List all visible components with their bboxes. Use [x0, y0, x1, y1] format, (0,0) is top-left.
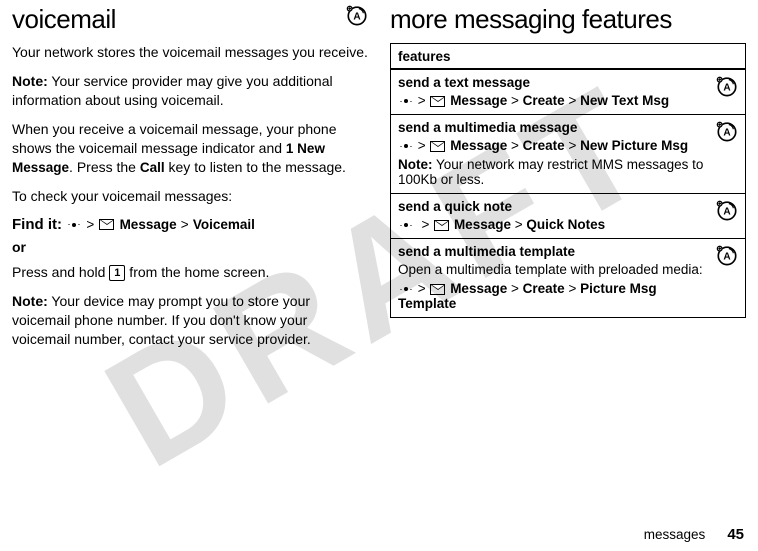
carrier-feature-icon: A	[716, 199, 738, 221]
page-footer: messages 45	[644, 526, 744, 543]
page-number: 45	[727, 526, 744, 543]
features-table: features send a text message > Message >…	[390, 43, 746, 318]
path-message: Message	[120, 217, 177, 232]
note-label: Note:	[12, 293, 48, 309]
carrier-feature-icon: A	[346, 4, 368, 26]
path-target: New Text Msg	[580, 93, 669, 108]
svg-text:A: A	[723, 207, 731, 218]
center-key-icon	[399, 220, 413, 230]
more-messaging-heading: more messaging features	[390, 4, 746, 35]
row-description: Open a multimedia template with preloade…	[398, 262, 710, 277]
note-label: Note:	[398, 157, 433, 172]
center-key-icon	[67, 220, 81, 230]
find-it-line: Find it: > Message > Voicemail	[12, 216, 368, 233]
path-target: New Picture Msg	[580, 138, 688, 153]
note-text: Your device may prompt you to store your…	[12, 293, 311, 347]
svg-text:A: A	[723, 83, 731, 94]
center-key-icon	[399, 284, 413, 294]
keycap-1-icon: 1	[109, 265, 125, 281]
envelope-icon	[430, 141, 445, 152]
path-voicemail: Voicemail	[193, 217, 255, 232]
right-column: more messaging features features send a …	[390, 4, 746, 358]
text-fragment: . Press the	[69, 159, 140, 175]
note-store-number: Note: Your device may prompt you to stor…	[12, 292, 368, 349]
path-message: Message	[454, 217, 511, 232]
table-row: send a text message > Message > Create >…	[391, 69, 746, 115]
envelope-icon	[430, 284, 445, 295]
note-text: Your service provider may give you addit…	[12, 73, 333, 108]
svg-text:A: A	[723, 252, 731, 263]
section-name: messages	[644, 527, 706, 542]
nav-path: > Message > Create > New Text Msg	[398, 93, 710, 108]
nav-path: > Message > Create > New Picture Msg	[398, 138, 710, 153]
intro-text: Your network stores the voicemail messag…	[12, 43, 368, 62]
text-fragment: from the home screen.	[125, 264, 269, 280]
path-create: Create	[523, 93, 565, 108]
center-key-icon	[399, 96, 413, 106]
note-provider: Note: Your service provider may give you…	[12, 72, 368, 110]
carrier-feature-icon: A	[716, 120, 738, 142]
carrier-feature-icon: A	[716, 244, 738, 266]
envelope-icon	[430, 96, 445, 107]
press-hold-text: Press and hold 1 from the home screen.	[12, 263, 368, 282]
path-target: Quick Notes	[526, 217, 605, 232]
envelope-icon	[434, 220, 449, 231]
table-row: send a multimedia message > Message > Cr…	[391, 115, 746, 194]
find-it-label: Find it:	[12, 216, 62, 233]
svg-text:A: A	[723, 128, 731, 139]
features-header-cell: features	[391, 44, 746, 70]
check-voicemail-text: To check your voicemail messages:	[12, 187, 368, 206]
text-fragment: key to listen to the message.	[165, 159, 346, 175]
carrier-feature-icon: A	[716, 75, 738, 97]
text-fragment: Press and hold	[12, 264, 109, 280]
path-create: Create	[523, 281, 565, 296]
path-message: Message	[450, 93, 507, 108]
note-label: Note:	[12, 73, 48, 89]
note-text: Your network may restrict MMS messages t…	[398, 157, 703, 187]
receive-voicemail-text: When you receive a voicemail message, yo…	[12, 120, 368, 177]
table-header: features	[391, 44, 746, 70]
row-title-send-mms: send a multimedia message	[398, 120, 710, 135]
left-column: voicemail A Your network stores the voic…	[12, 4, 368, 358]
table-row: send a quick note > Message > Quick Note…	[391, 194, 746, 239]
path-message: Message	[450, 138, 507, 153]
table-row: send a multimedia template Open a multim…	[391, 239, 746, 318]
svg-text:A: A	[353, 12, 361, 23]
voicemail-heading: voicemail	[12, 4, 338, 35]
nav-path: > Message > Create > Picture Msg Templat…	[398, 281, 710, 311]
mms-restriction-note: Note: Your network may restrict MMS mess…	[398, 157, 710, 187]
envelope-icon	[99, 219, 114, 230]
row-title-mms-template: send a multimedia template	[398, 244, 710, 259]
center-key-icon	[399, 141, 413, 151]
path-create: Create	[523, 138, 565, 153]
call-key-label: Call	[140, 160, 165, 175]
path-message: Message	[450, 281, 507, 296]
row-title-send-text: send a text message	[398, 75, 710, 90]
row-title-quick-note: send a quick note	[398, 199, 710, 214]
or-label: or	[12, 239, 368, 255]
nav-path: > Message > Quick Notes	[398, 217, 710, 232]
